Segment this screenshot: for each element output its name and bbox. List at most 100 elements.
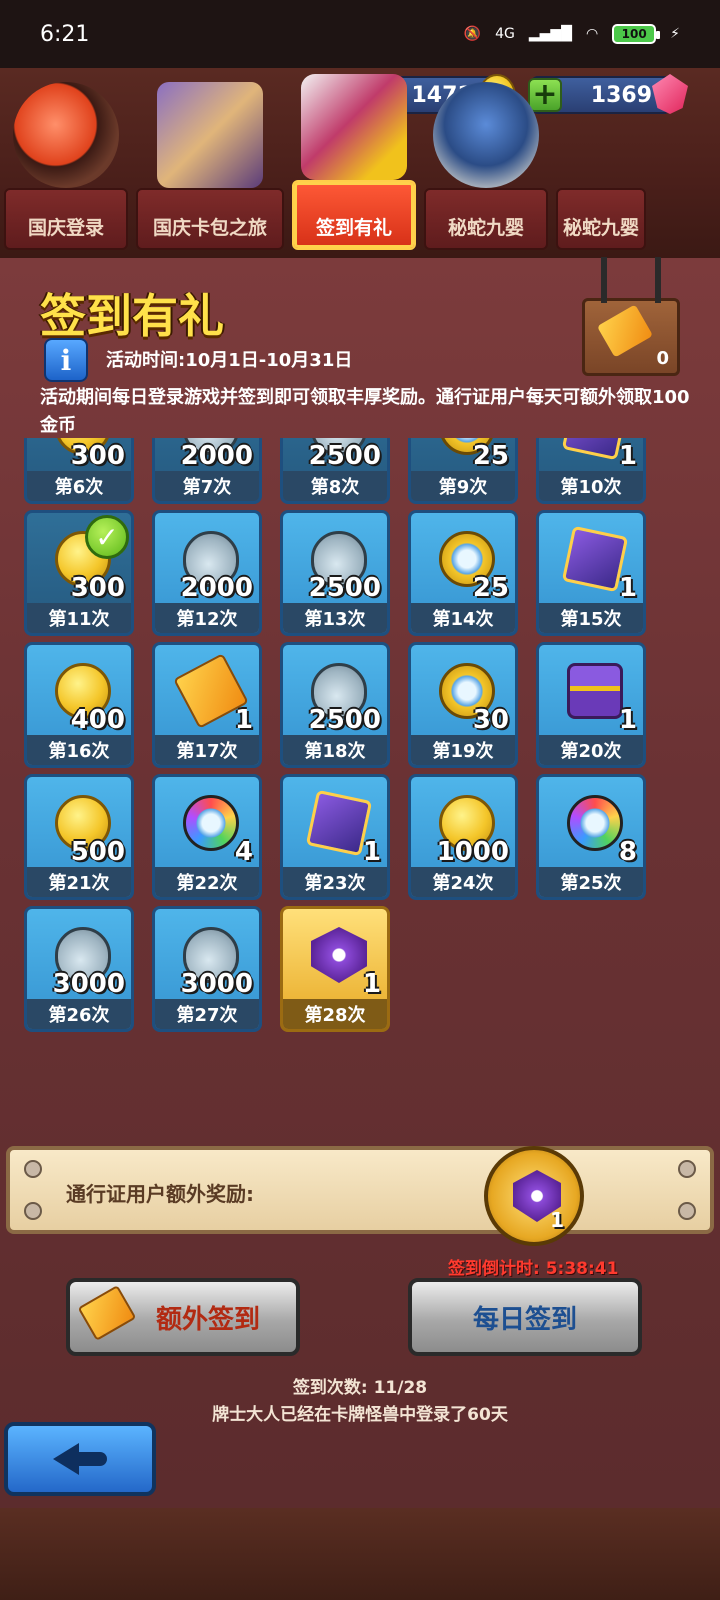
reward-cell[interactable]: 2000✓第7次 (152, 438, 262, 504)
reward-amount: 25 (472, 441, 509, 471)
reward-day-label: 第17次 (155, 735, 259, 765)
signal-icon: ▂▄▆█ (528, 26, 572, 42)
reward-cell[interactable]: 500 第21次 (24, 774, 134, 900)
reward-cell[interactable]: 1 第28次 (280, 906, 390, 1032)
reward-cell[interactable]: 3000 第26次 (24, 906, 134, 1032)
reward-day-label: 第21次 (27, 867, 131, 897)
koi-fish-icon (13, 82, 119, 188)
reward-cell[interactable]: 2500✓第8次 (280, 438, 390, 504)
reward-cell[interactable]: 1 第23次 (280, 774, 390, 900)
reward-cell[interactable]: 1000 第24次 (408, 774, 518, 900)
reward-amount: 2000 (180, 441, 253, 471)
rainbow-icon (567, 795, 623, 851)
reward-day-label: 第25次 (539, 867, 643, 897)
reward-amount: 3000 (180, 969, 253, 999)
check-icon: ✓ (85, 515, 129, 559)
reward-cell[interactable]: 3000 第27次 (152, 906, 262, 1032)
back-arrow-tail (77, 1452, 107, 1466)
network-label: 4G (495, 26, 515, 42)
reward-amount: 300 (70, 573, 125, 603)
info-button[interactable]: i (44, 338, 88, 382)
reward-day-label: 第18次 (283, 735, 387, 765)
reward-cell[interactable]: 30 第19次 (408, 642, 518, 768)
clock: 6:21 (40, 21, 90, 47)
pass-bonus-label: 通行证用户额外奖励: (66, 1182, 254, 1206)
sign-in-panel: 签到有礼 i 活动时间:10月1日-10月31日 活动期间每日登录游戏并签到即可… (0, 257, 720, 1600)
rivet (678, 1202, 696, 1220)
reward-day-label: 第14次 (411, 603, 515, 633)
wifi-icon: ◠ (585, 26, 599, 42)
reward-day-label: 第7次 (155, 471, 259, 501)
reward-cell[interactable]: 25✓第9次 (408, 438, 518, 504)
add-gem-button[interactable]: + (528, 78, 562, 112)
mute-icon: 🔕 (463, 26, 482, 42)
rivet (24, 1202, 42, 1220)
reward-amount: 1 (362, 969, 381, 999)
reward-cell[interactable]: 4 第22次 (152, 774, 262, 900)
reward-day-label: 第13次 (283, 603, 387, 633)
reward-day-label: 第9次 (411, 471, 515, 501)
tab-national-day-login[interactable]: 国庆登录 (4, 82, 128, 250)
ticket-icon (77, 1285, 137, 1341)
reward-amount: 1 (618, 441, 637, 471)
reward-amount: 500 (70, 837, 125, 867)
tab-hydra-2[interactable]: 秘蛇九婴 (556, 188, 646, 250)
reward-amount: 4 (234, 837, 253, 867)
reward-day-label: 第6次 (27, 471, 131, 501)
tab-sign-in-gift[interactable]: 签到有礼 (292, 74, 416, 250)
reward-amount: 1000 (436, 837, 509, 867)
sign-in-countdown: 签到倒计时: 5:38:41 (448, 1259, 619, 1279)
rivet (678, 1160, 696, 1178)
hydra-icon (433, 82, 539, 188)
calendar-gift-icon (301, 74, 407, 180)
reward-cell[interactable]: 2000 第12次 (152, 510, 262, 636)
back-arrow-icon (53, 1443, 79, 1475)
charging-icon: ⚡ (670, 26, 680, 42)
gem-icon (652, 74, 688, 114)
tab-card-pack-journey[interactable]: 国庆卡包之旅 (136, 82, 284, 250)
reward-day-label: 第11次 (27, 603, 131, 633)
reward-amount: 1 (618, 705, 637, 735)
reward-day-label: 第10次 (539, 471, 643, 501)
reward-amount: 300 (70, 441, 125, 471)
reward-cell[interactable]: 400 第16次 (24, 642, 134, 768)
page-title: 签到有礼 (40, 289, 224, 343)
reward-day-label: 第22次 (155, 867, 259, 897)
reward-amount: 2500 (308, 705, 381, 735)
reward-cell[interactable]: 300 ✓ 第11次 (24, 510, 134, 636)
reward-cell[interactable]: 8 第25次 (536, 774, 646, 900)
reward-cell[interactable]: 1 第15次 (536, 510, 646, 636)
reward-grid[interactable]: 300✓第6次2000✓第7次2500✓第8次25✓第9次1✓第10次300✓第… (24, 438, 684, 1138)
reward-cell[interactable]: 1 第20次 (536, 642, 646, 768)
reward-amount: 2500 (308, 573, 381, 603)
reward-amount: 400 (70, 705, 125, 735)
card-pack-icon (157, 82, 263, 188)
reward-amount: 1 (362, 837, 381, 867)
ticket-sign: 0 (582, 257, 680, 376)
reward-day-label: 第28次 (283, 999, 387, 1029)
chest-icon (567, 663, 623, 719)
ticket-icon (596, 304, 654, 358)
reward-cell[interactable]: 2500 第18次 (280, 642, 390, 768)
tab-hydra[interactable]: 秘蛇九婴 (424, 82, 548, 250)
reward-cell[interactable]: 2500 第13次 (280, 510, 390, 636)
reward-day-label: 第27次 (155, 999, 259, 1029)
reward-day-label: 第24次 (411, 867, 515, 897)
reward-amount: 30 (472, 705, 509, 735)
back-button[interactable] (4, 1422, 156, 1496)
reward-cell[interactable]: 300✓第6次 (24, 438, 134, 504)
reward-day-label: 第16次 (27, 735, 131, 765)
reward-amount: 2000 (180, 573, 253, 603)
reward-amount: 8 (618, 837, 637, 867)
reward-cell[interactable]: 1✓第10次 (536, 438, 646, 504)
reward-day-label: 第8次 (283, 471, 387, 501)
reward-cell[interactable]: 1 第17次 (152, 642, 262, 768)
extra-sign-in-button[interactable]: 额外签到 (66, 1278, 300, 1356)
pass-bonus-reward[interactable]: 1 (484, 1146, 584, 1246)
sign-in-count: 签到次数: 11/28 (292, 1378, 428, 1398)
status-bar: 6:21 🔕 4G ▂▄▆█ ◠ 100 ⚡ (0, 0, 720, 68)
daily-sign-in-button[interactable]: 每日签到 (408, 1278, 642, 1356)
reward-amount: 25 (472, 573, 509, 603)
reward-cell[interactable]: 25 第14次 (408, 510, 518, 636)
event-tabs: 国庆登录 国庆卡包之旅 签到有礼 秘蛇九婴 秘蛇九婴 (0, 74, 720, 258)
